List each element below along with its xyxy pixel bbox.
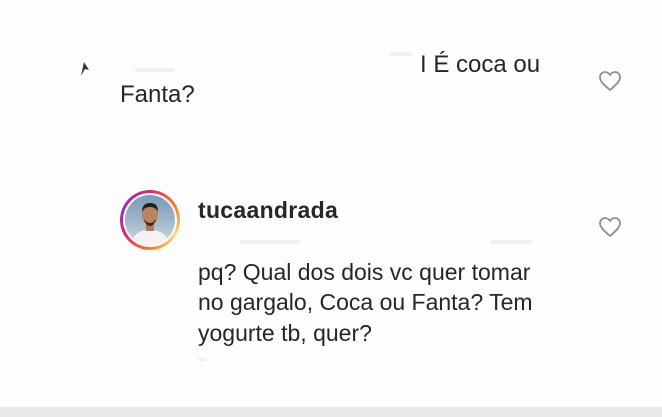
divider [0,407,662,417]
reply-text-line: pq? Qual dos dois vc quer tomar [198,259,531,285]
redacted-text [240,240,300,244]
heart-outline-icon[interactable] [598,70,622,92]
reply-text-line: no gargalo, Coca ou Fanta? Tem [198,289,533,315]
comment-parent: I É coca ou Fanta? [0,0,662,150]
username[interactable]: tucaandrada [198,196,338,224]
redacted-text [390,52,412,56]
redacted-text [198,358,206,361]
person-icon [131,203,169,245]
avatar[interactable] [120,190,180,250]
heart-outline-icon[interactable] [598,216,622,238]
comment-text-line: Fanta? [120,81,195,108]
redacted-text [490,240,532,244]
cursor-arrow-icon [81,62,89,76]
comment-text-line: I É coca ou [420,51,541,78]
redacted-text [135,68,175,72]
avatar-photo [125,195,175,245]
reply-text-line: yogurte tb, quer? [198,320,372,346]
